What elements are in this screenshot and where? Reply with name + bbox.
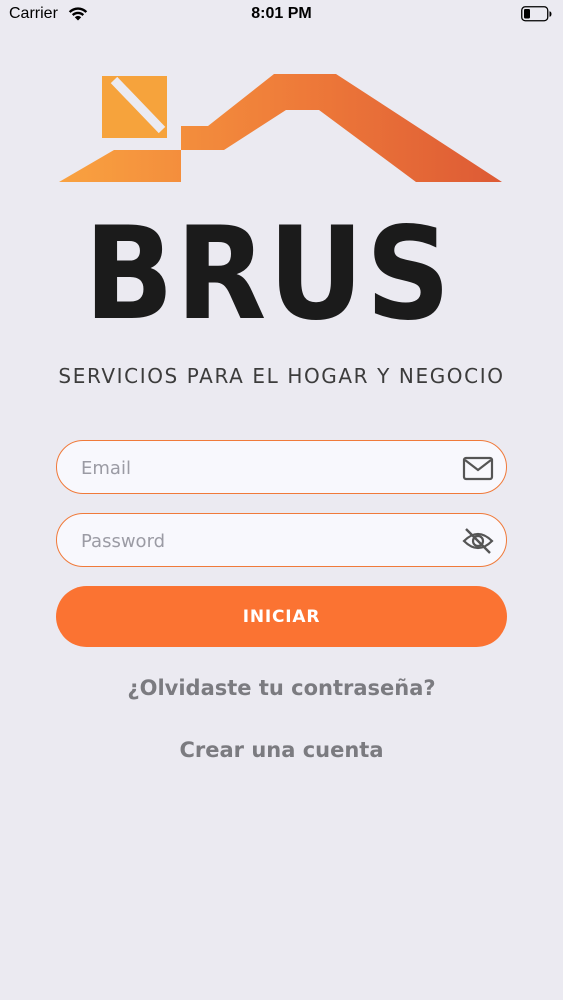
status-bar: Carrier 8:01 PM [0,0,563,30]
brus-logo-roof [59,74,502,182]
brand-tagline: SERVICIOS PARA EL HOGAR Y NEGOCIO [58,364,505,388]
password-field-container [56,513,507,568]
clock-time: 8:01 PM [251,5,312,22]
eye-slash-icon[interactable] [462,526,494,556]
login-button[interactable]: INICIAR [56,586,507,647]
brand-wordmark: BRUS [84,200,453,349]
battery-icon [521,6,552,22]
password-input[interactable] [79,514,443,568]
forgot-password-link[interactable]: ¿Olvidaste tu contraseña? [0,676,563,700]
email-input[interactable] [79,441,443,495]
create-account-link[interactable]: Crear una cuenta [0,738,563,762]
email-field-container [56,440,507,495]
envelope-icon [462,456,494,481]
